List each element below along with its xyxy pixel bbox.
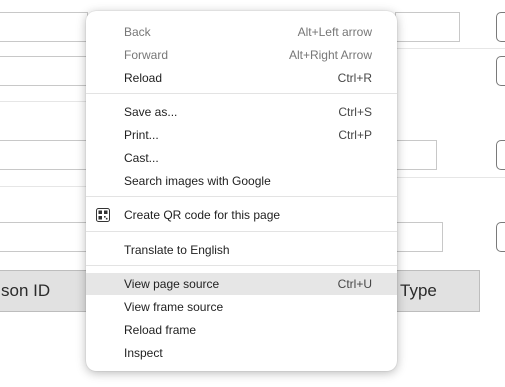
divider xyxy=(395,177,505,178)
table-header-cell: Type xyxy=(395,270,480,312)
menu-item-label: Print... xyxy=(124,128,159,142)
menu-item-label: Search images with Google xyxy=(124,174,271,188)
button[interactable] xyxy=(496,12,505,42)
qr-code-icon xyxy=(96,208,110,222)
menu-item-search-images[interactable]: Search images with Google xyxy=(86,170,397,192)
table-header-cell: son ID xyxy=(0,270,90,312)
menu-item-create-qr-code[interactable]: Create QR code for this page xyxy=(86,204,397,226)
button[interactable] xyxy=(496,222,505,252)
menu-item-translate[interactable]: Translate to English xyxy=(86,239,397,261)
menu-separator xyxy=(86,265,397,266)
text-field[interactable] xyxy=(0,140,88,170)
table-header-label: son ID xyxy=(1,281,51,300)
menu-item-label: Reload xyxy=(124,71,163,85)
menu-item-back[interactable]: Back Alt+Left arrow xyxy=(86,21,397,43)
menu-item-reload[interactable]: Reload Ctrl+R xyxy=(86,67,397,89)
menu-item-shortcut: Alt+Left arrow xyxy=(297,25,372,39)
menu-item-save-as[interactable]: Save as... Ctrl+S xyxy=(86,101,397,123)
menu-item-label: Cast... xyxy=(124,151,159,165)
menu-separator xyxy=(86,231,397,232)
menu-item-label: Reload frame xyxy=(124,323,197,337)
menu-item-shortcut: Alt+Right Arrow xyxy=(288,48,372,62)
menu-item-shortcut: Ctrl+R xyxy=(337,71,372,85)
menu-item-view-page-source[interactable]: View page source Ctrl+U xyxy=(86,273,397,295)
menu-item-shortcut: Ctrl+P xyxy=(338,128,372,142)
menu-item-label: Inspect xyxy=(124,346,163,360)
button[interactable] xyxy=(496,140,505,170)
divider xyxy=(395,48,505,49)
text-field[interactable] xyxy=(0,12,88,42)
text-field[interactable] xyxy=(0,56,88,86)
menu-item-label: Translate to English xyxy=(124,243,230,257)
menu-item-view-frame-source[interactable]: View frame source xyxy=(86,296,397,318)
text-field[interactable] xyxy=(0,222,88,252)
menu-item-label: Create QR code for this page xyxy=(124,208,281,222)
menu-separator xyxy=(86,196,397,197)
button[interactable] xyxy=(496,56,505,86)
menu-item-cast[interactable]: Cast... xyxy=(86,147,397,169)
menu-separator xyxy=(86,93,397,94)
divider xyxy=(0,186,86,187)
menu-item-inspect[interactable]: Inspect xyxy=(86,342,397,364)
menu-item-shortcut: Ctrl+U xyxy=(337,277,372,291)
text-field[interactable] xyxy=(395,12,460,42)
menu-item-label: Forward xyxy=(124,48,169,62)
menu-item-reload-frame[interactable]: Reload frame xyxy=(86,319,397,341)
menu-item-label: View frame source xyxy=(124,300,224,314)
context-menu: Back Alt+Left arrow Forward Alt+Right Ar… xyxy=(86,11,397,371)
menu-item-label: Back xyxy=(124,25,151,39)
menu-item-label: View page source xyxy=(124,277,220,291)
menu-item-forward[interactable]: Forward Alt+Right Arrow xyxy=(86,44,397,66)
text-field[interactable] xyxy=(395,140,437,170)
text-field[interactable] xyxy=(395,222,443,252)
divider xyxy=(0,101,86,102)
menu-item-print[interactable]: Print... Ctrl+P xyxy=(86,124,397,146)
menu-item-label: Save as... xyxy=(124,105,178,119)
menu-item-shortcut: Ctrl+S xyxy=(338,105,372,119)
table-header-label: Type xyxy=(400,281,437,300)
